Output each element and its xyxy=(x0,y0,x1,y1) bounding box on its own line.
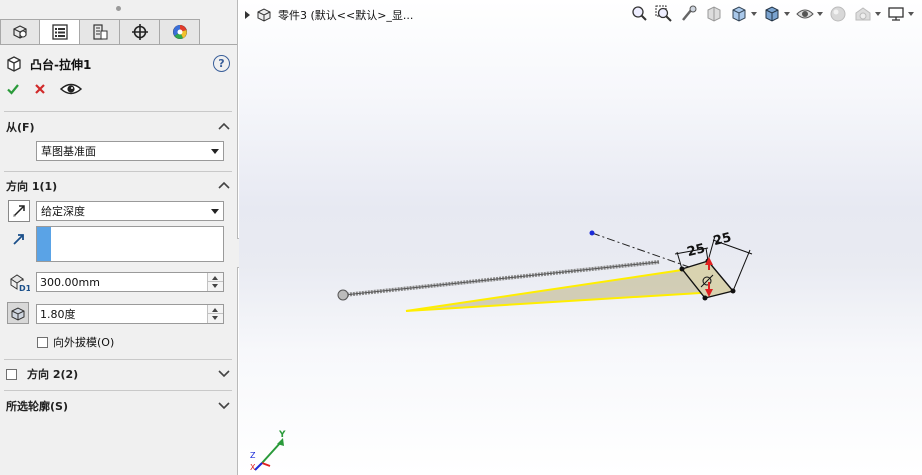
direction2-section-header[interactable]: 方向 2(2) xyxy=(6,365,232,383)
configuration-icon xyxy=(92,24,107,40)
draft-outward-checkbox[interactable] xyxy=(37,336,48,348)
depth-d1-icon: D1 xyxy=(10,274,30,293)
preview-eye-icon[interactable] xyxy=(60,81,82,97)
chevron-down-icon[interactable] xyxy=(218,400,230,410)
dropdown-arrow-icon xyxy=(211,149,219,154)
graphics-viewport[interactable]: 零件3 (默认<<默认>_显... 25 25 Y X Z xyxy=(239,0,922,475)
dimxpert-tab[interactable] xyxy=(120,19,160,45)
svg-text:D1: D1 xyxy=(19,284,30,293)
depth-value: 300.00mm xyxy=(40,275,100,289)
property-list-icon xyxy=(51,24,68,40)
feature-manager-tab[interactable] xyxy=(0,19,40,45)
coordinate-triad: Y X Z xyxy=(250,430,286,472)
reverse-direction-button[interactable] xyxy=(8,200,30,222)
direction1-section-title: 方向 1(1) xyxy=(6,180,58,193)
model-scene[interactable]: 25 25 Y X Z xyxy=(239,0,922,475)
direction2-section-title: 方向 2(2) xyxy=(27,368,79,381)
triad-z-label: Z xyxy=(250,451,256,460)
from-section-header[interactable]: 从(F) xyxy=(6,118,232,136)
configuration-manager-tab[interactable] xyxy=(80,19,120,45)
end-condition-select[interactable]: 给定深度 xyxy=(36,201,224,221)
end-condition-value: 给定深度 xyxy=(41,205,85,218)
direction2-checkbox[interactable] xyxy=(6,368,17,380)
extrude-preview-surface xyxy=(406,270,733,311)
sketch-vertex xyxy=(702,295,708,301)
direction-arrow-icon xyxy=(13,234,24,245)
direction-vector-icon-box xyxy=(8,228,30,250)
window: 凸台-拉伸1 ? 从(F) 草图基准面 方向 1(1) 给定深度 D1 300.… xyxy=(0,0,922,475)
contours-section-title: 所选轮廓(S) xyxy=(6,400,68,413)
separator xyxy=(4,390,232,391)
feature-title-bar: 凸台-拉伸1 ? xyxy=(6,53,230,75)
manager-tabs xyxy=(0,19,200,45)
cancel-x-icon[interactable] xyxy=(33,82,47,96)
property-manager-tab[interactable] xyxy=(40,19,80,45)
contours-section-header[interactable]: 所选轮廓(S) xyxy=(6,397,232,415)
from-section-title: 从(F) xyxy=(6,121,35,134)
direction1-section-header[interactable]: 方向 1(1) xyxy=(6,177,232,195)
triad-y-label: Y xyxy=(278,430,286,440)
draft-angle-input[interactable]: 1.80度 xyxy=(36,304,224,324)
reverse-direction-icon xyxy=(13,205,25,217)
dimension-label-1[interactable]: 25 xyxy=(686,241,707,260)
tab-divider xyxy=(0,44,237,45)
draft-icon xyxy=(11,307,25,321)
boss-extrude-icon xyxy=(7,56,21,72)
draft-outward-label: 向外拔模(O) xyxy=(53,336,115,349)
depth-spinner[interactable] xyxy=(207,273,223,291)
axis-endpoint xyxy=(589,230,595,236)
selection-active-indicator xyxy=(37,227,51,261)
direction-reference-listbox[interactable] xyxy=(36,226,224,262)
draft-angle-value: 1.80度 xyxy=(40,308,76,321)
action-buttons xyxy=(6,81,82,97)
appearance-ball-icon xyxy=(172,25,187,39)
property-manager-panel: 凸台-拉伸1 ? 从(F) 草图基准面 方向 1(1) 给定深度 D1 300.… xyxy=(0,0,238,475)
from-start-condition-select[interactable]: 草图基准面 xyxy=(36,141,224,161)
depth-icon-box: D1 xyxy=(8,271,30,293)
feature-title: 凸台-拉伸1 xyxy=(30,57,92,72)
separator xyxy=(4,359,232,360)
chevron-up-icon[interactable] xyxy=(218,121,230,131)
chevron-up-icon[interactable] xyxy=(218,180,230,190)
chevron-down-icon[interactable] xyxy=(218,368,230,378)
crosshair-icon xyxy=(131,24,148,40)
display-manager-tab[interactable] xyxy=(160,19,200,45)
separator xyxy=(4,111,232,112)
panel-resize-grip[interactable] xyxy=(0,0,237,16)
draft-angle-spinner[interactable] xyxy=(207,305,223,323)
from-select-value: 草图基准面 xyxy=(41,145,96,158)
ok-check-icon[interactable] xyxy=(6,82,20,96)
depth-input[interactable]: 300.00mm xyxy=(36,272,224,292)
help-icon[interactable]: ? xyxy=(213,55,230,72)
separator xyxy=(4,171,232,172)
draft-toggle-button[interactable] xyxy=(7,302,29,324)
dropdown-arrow-icon xyxy=(211,209,219,214)
depth-handle-knob[interactable] xyxy=(337,289,349,301)
triad-x-label: X xyxy=(250,463,256,472)
draft-outward-option[interactable]: 向外拔模(O) xyxy=(37,334,114,350)
feature-tree-icon xyxy=(13,25,27,39)
